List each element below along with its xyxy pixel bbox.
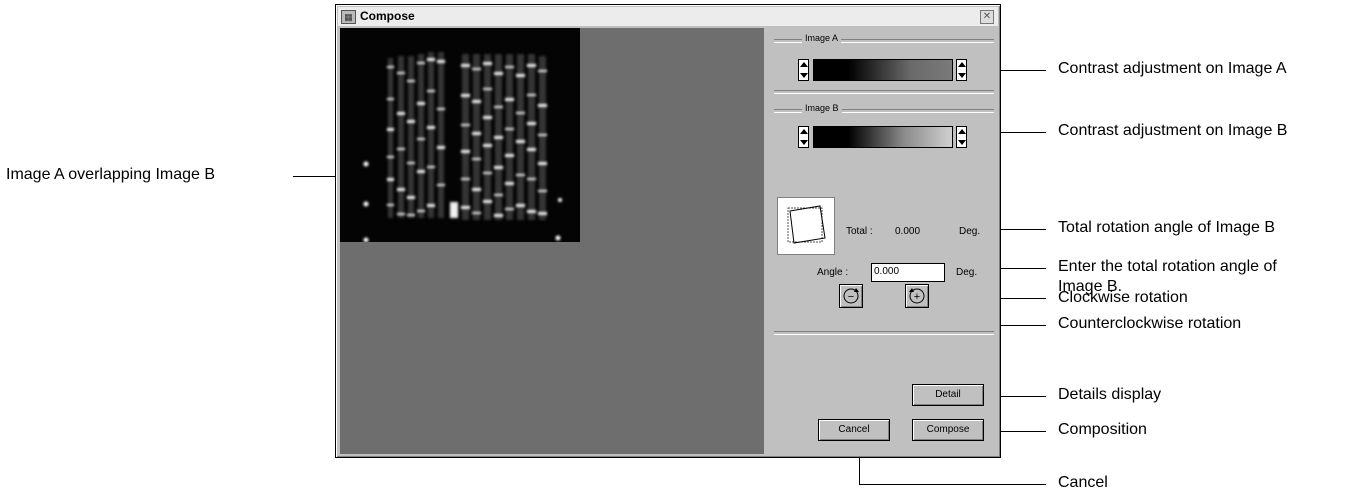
clockwise-rotate-icon: + — [909, 288, 925, 304]
group-b-label: Image B — [802, 103, 842, 113]
rotation-preview-icon — [777, 197, 835, 255]
annotation-enter-angle-1: Enter the total rotation angle of — [1058, 258, 1277, 275]
window-title: Compose — [360, 9, 415, 23]
contrast-b-right-spinner[interactable] — [956, 126, 967, 148]
counterclockwise-rotate-icon: − — [843, 288, 859, 304]
annotation-total-rotation: Total rotation angle of Image B — [1058, 219, 1276, 236]
compose-button[interactable]: Compose — [912, 419, 984, 441]
annotation-overlap: Image A overlapping Image B — [6, 166, 216, 183]
counterclockwise-rotate-button[interactable]: − — [839, 284, 863, 308]
annotation-counterclockwise: Counterclockwise rotation — [1058, 315, 1242, 332]
contrast-a-right-spinner[interactable] — [956, 59, 967, 81]
clockwise-rotate-button[interactable]: + — [905, 284, 929, 308]
detail-button[interactable]: Detail — [912, 384, 984, 406]
annotation-composition: Composition — [1058, 421, 1147, 438]
image-canvas[interactable] — [340, 28, 764, 454]
svg-text:+: + — [914, 291, 920, 303]
annotation-details: Details display — [1058, 386, 1162, 403]
group-a-bottom-line — [774, 90, 994, 94]
annotation-cancel: Cancel — [1058, 474, 1108, 491]
annotation-clockwise: Clockwise rotation — [1058, 289, 1188, 306]
title-bar[interactable]: ▦ Compose ✕ — [338, 7, 998, 26]
rotation-bottom-line — [774, 331, 994, 335]
gel-image — [340, 28, 580, 242]
contrast-a-left-spinner[interactable] — [798, 59, 809, 81]
cancel-button[interactable]: Cancel — [818, 419, 890, 441]
leader-line-cancel-h — [859, 484, 1046, 485]
group-a-label: Image A — [802, 33, 842, 43]
angle-unit: Deg. — [956, 267, 978, 278]
close-button[interactable]: ✕ — [980, 10, 994, 24]
contrast-b-left-spinner[interactable] — [798, 126, 809, 148]
compose-dialog: ▦ Compose ✕ Image A Image B Total: 0.00… — [335, 4, 1001, 458]
angle-input[interactable]: 0.000 — [871, 263, 945, 282]
total-unit: Deg. — [959, 226, 981, 237]
annotation-contrast-b: Contrast adjustment on Image B — [1058, 122, 1288, 139]
total-label: Total : — [846, 226, 873, 237]
contrast-b-slider[interactable] — [813, 126, 953, 148]
total-value: 0.000 — [895, 226, 921, 237]
contrast-a-slider[interactable] — [813, 59, 953, 81]
app-icon: ▦ — [341, 10, 356, 24]
annotation-contrast-a: Contrast adjustment on Image A — [1058, 60, 1287, 77]
svg-text:−: − — [848, 291, 854, 303]
control-panel: Image A Image B Total : 0.000 Deg. Angle… — [768, 28, 998, 456]
gel-bands-graphic — [363, 52, 562, 242]
angle-label: Angle : — [817, 267, 849, 278]
